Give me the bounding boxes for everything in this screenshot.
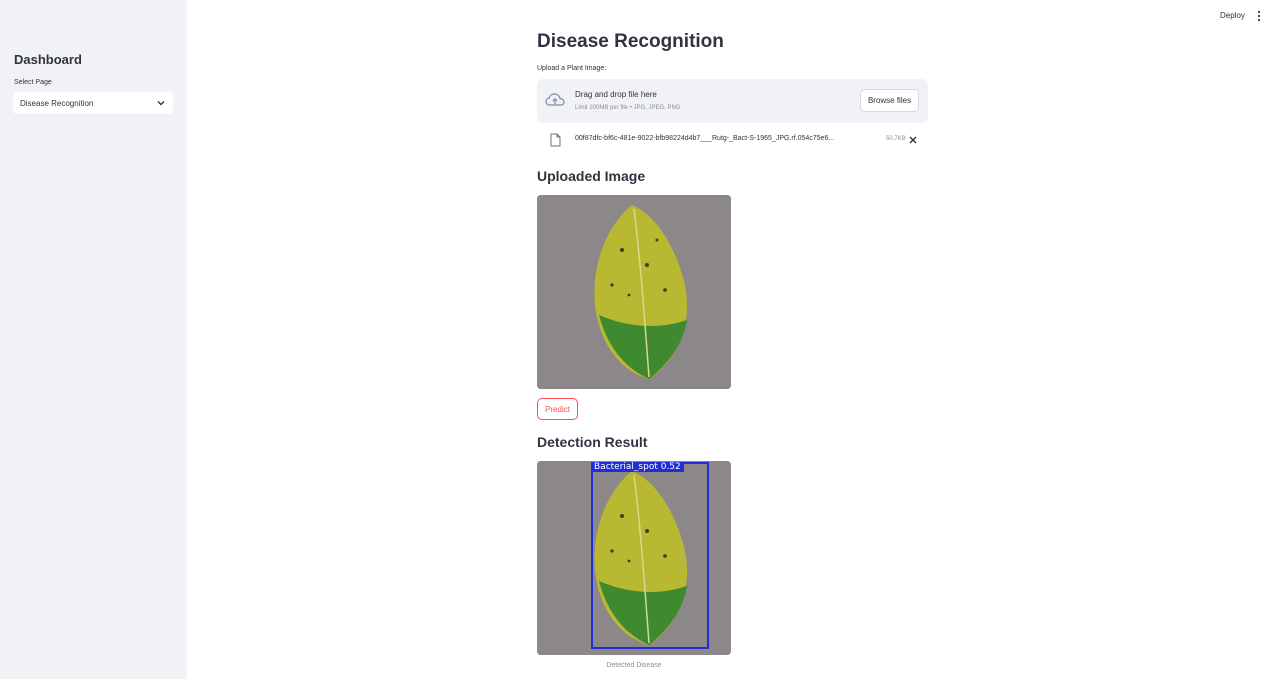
main-menu-button[interactable] — [1253, 10, 1265, 22]
uploader-label: Upload a Plant Image: — [537, 65, 607, 72]
select-page-label: Select Page — [14, 79, 52, 86]
detection-label: Bacterial_spot 0.52 — [591, 462, 684, 472]
dropzone-limit: Limit 200MB per file • JPG, JPEG, PNG — [575, 105, 681, 111]
browse-files-button[interactable]: Browse files — [860, 89, 919, 112]
file-icon — [550, 133, 561, 147]
detection-result-image: Bacterial_spot 0.52 — [537, 461, 731, 655]
uploaded-file-row: 00f87dfc-bf6c-481e-9022-bfb98224d4b7___R… — [537, 130, 928, 150]
more-vertical-icon — [1257, 10, 1261, 22]
close-icon[interactable] — [908, 135, 918, 145]
dropzone-instructions: Drag and drop file here — [575, 90, 657, 99]
uploaded-file-name: 00f87dfc-bf6c-481e-9022-bfb98224d4b7___R… — [575, 135, 835, 142]
uploaded-file-size: 50.7KB — [886, 136, 906, 142]
detection-result-heading: Detection Result — [537, 434, 648, 450]
page-select[interactable]: Disease Recognition — [13, 92, 173, 114]
uploaded-image-heading: Uploaded Image — [537, 168, 646, 184]
uploaded-leaf-image — [537, 195, 731, 389]
page-title: Disease Recognition — [537, 31, 724, 52]
sidebar-title: Dashboard — [14, 52, 82, 67]
chevron-down-icon — [157, 101, 165, 106]
file-dropzone[interactable]: Drag and drop file here Limit 200MB per … — [537, 79, 928, 123]
page-select-value: Disease Recognition — [20, 98, 94, 108]
cloud-upload-icon — [545, 93, 565, 106]
deploy-button[interactable]: Deploy — [1214, 9, 1251, 22]
sidebar: Dashboard Select Page Disease Recognitio… — [0, 0, 187, 679]
predict-button[interactable]: Predict — [537, 398, 578, 420]
detection-bounding-box — [591, 462, 709, 649]
image-caption: Detected Disease — [606, 662, 662, 669]
